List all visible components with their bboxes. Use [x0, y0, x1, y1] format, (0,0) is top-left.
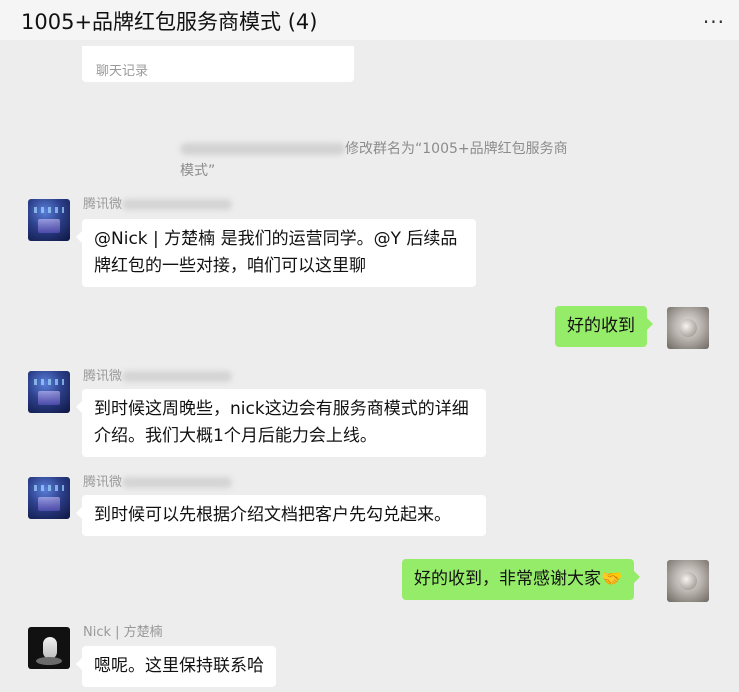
sender-name: 腾讯微	[83, 193, 233, 212]
avatar-self[interactable]	[667, 307, 709, 349]
system-notice: 修改群名为“1005+品牌红包服务商模式”	[180, 138, 580, 182]
avatar-self[interactable]	[667, 560, 709, 602]
sender-name: Nick | 方楚楠	[83, 625, 163, 640]
chat-header: 1005+品牌红包服务商模式 (4) ···	[0, 0, 739, 40]
message-bubble[interactable]: @Nick | 方楚楠 是我们的运营同学。@Y 后续品牌红包的一些对接，咱们可以…	[76, 219, 476, 287]
message-bubble[interactable]: 嗯呢。这里保持联系哈	[76, 646, 276, 687]
avatar[interactable]	[28, 199, 70, 241]
blurred-name	[180, 143, 345, 155]
message-bubble-self[interactable]: 好的收到，非常感谢大家🤝	[402, 559, 641, 600]
sender-name: 腾讯微	[83, 471, 233, 490]
message-bubble[interactable]: 到时候这周晚些，nick这边会有服务商模式的详细介绍。我们大概1个月后能力会上线…	[76, 389, 486, 457]
sender-name: 腾讯微	[83, 365, 233, 384]
message-bubble-self[interactable]: 好的收到	[555, 306, 653, 347]
chat-record-card[interactable]: 聊天记录	[82, 46, 354, 82]
chat-record-label: 聊天记录	[96, 64, 149, 79]
chat-title: 1005+品牌红包服务商模式 (4)	[21, 10, 318, 34]
more-options-icon[interactable]: ···	[703, 10, 725, 34]
message-bubble[interactable]: 到时候可以先根据介绍文档把客户先勾兑起来。	[76, 495, 486, 536]
avatar[interactable]	[28, 627, 70, 669]
avatar[interactable]	[28, 371, 70, 413]
avatar[interactable]	[28, 477, 70, 519]
